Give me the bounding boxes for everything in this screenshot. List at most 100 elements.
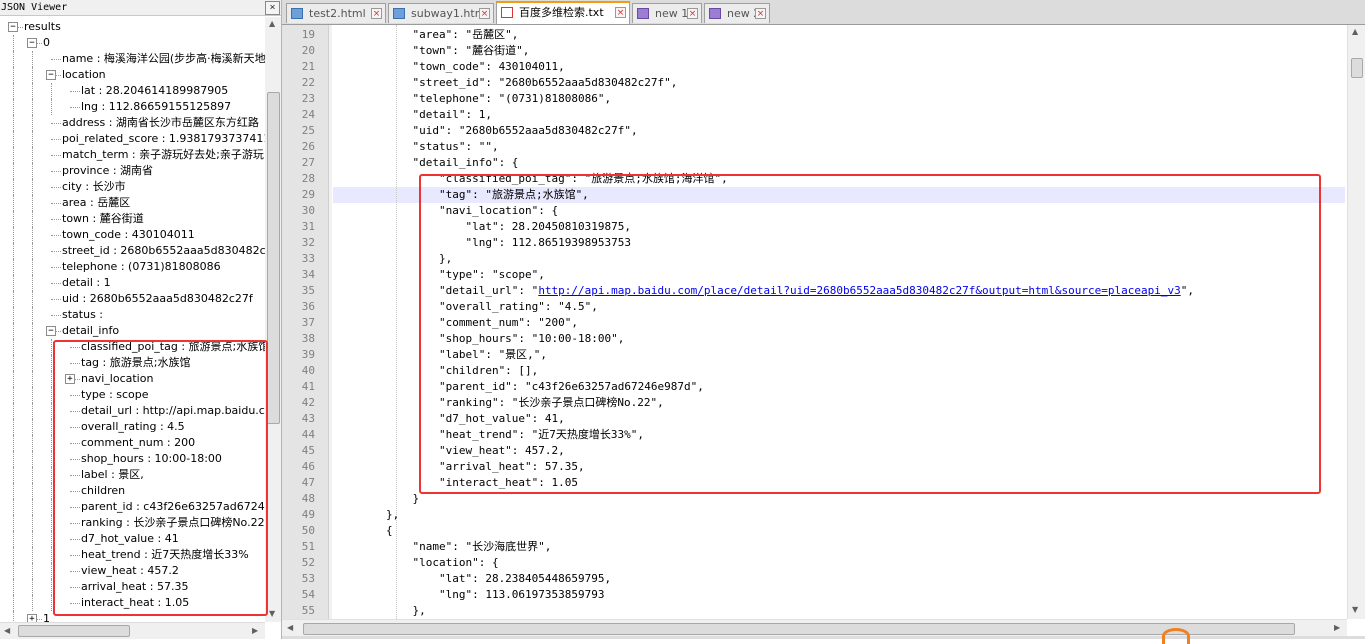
code-line[interactable]: "navi_location": { <box>333 203 558 219</box>
tree-node[interactable]: location <box>62 67 106 83</box>
tree-node[interactable]: address : 湖南省长沙市岳麓区东方红路 <box>62 115 259 131</box>
code-line[interactable]: "lng": 112.86519398953753 <box>333 235 631 251</box>
code-line[interactable]: "detail_info": { <box>333 155 518 171</box>
tree-node[interactable]: type : scope <box>81 387 149 403</box>
code-line[interactable]: "area": "岳麓区", <box>333 27 518 43</box>
tree-node[interactable]: arrival_heat : 57.35 <box>81 579 188 595</box>
code-line[interactable]: "uid": "2680b6552aaa5d830482c27f", <box>333 123 637 139</box>
tree-node[interactable]: name : 梅溪海洋公园(步步高·梅溪新天地 <box>62 51 266 67</box>
code-line[interactable]: "lng": 113.06197353859793 <box>333 587 605 603</box>
code-line[interactable]: "lat": 28.20450810319875, <box>333 219 631 235</box>
tree-node[interactable]: d7_hot_value : 41 <box>81 531 179 547</box>
code-line[interactable]: "status": "", <box>333 139 498 155</box>
code-line[interactable]: "detail_url": "http://api.map.baidu.com/… <box>333 283 1194 299</box>
code-line[interactable]: "interact_heat": 1.05 <box>333 475 578 491</box>
tree-node[interactable]: detail_info <box>62 323 119 339</box>
code-line[interactable]: }, <box>333 507 399 523</box>
code-line[interactable]: "d7_hot_value": 41, <box>333 411 565 427</box>
code-line[interactable]: { <box>333 523 393 539</box>
fold-margin[interactable] <box>329 25 332 619</box>
tree-node[interactable]: street_id : 2680b6552aaa5d830482c27f <box>62 243 281 259</box>
collapse-icon[interactable]: − <box>8 22 18 32</box>
tree-node[interactable]: province : 湖南省 <box>62 163 153 179</box>
tree-node[interactable]: lng : 112.86659155125897 <box>81 99 231 115</box>
tab-2[interactable]: subway1.html × <box>388 3 494 23</box>
tree-node[interactable]: lat : 28.204614189987905 <box>81 83 228 99</box>
tree-node[interactable]: match_term : 亲子游玩好去处;亲子游玩 <box>62 147 264 163</box>
tree-node[interactable]: town_code : 430104011 <box>62 227 195 243</box>
code-line[interactable]: "children": [], <box>333 363 538 379</box>
tree-node[interactable]: heat_trend : 近7天热度增长33% <box>81 547 249 563</box>
tree-node[interactable]: ranking : 长沙亲子景点口碑榜No.22 <box>81 515 265 531</box>
detail-url-link[interactable]: http://api.map.baidu.com/place/detail?ui… <box>538 284 1180 297</box>
code-line[interactable]: "label": "景区,", <box>333 347 547 363</box>
code-line[interactable]: "ranking": "长沙亲子景点口碑榜No.22", <box>333 395 664 411</box>
tree-node[interactable]: tag : 旅游景点;水族馆 <box>81 355 190 371</box>
tab-close-icon[interactable]: × <box>371 8 382 19</box>
code-line[interactable]: "town": "麓谷街道", <box>333 43 529 59</box>
code-line[interactable]: } <box>333 491 419 507</box>
tree-node[interactable]: area : 岳麓区 <box>62 195 130 211</box>
code-line[interactable]: "classified_poi_tag": "旅游景点;水族馆;海洋馆", <box>333 171 728 187</box>
scroll-down-arrow-icon[interactable]: ▼ <box>269 609 275 618</box>
code-line[interactable]: "lat": 28.238405448659795, <box>333 571 611 587</box>
tree-node[interactable]: children <box>81 483 125 499</box>
code-line[interactable]: "tag": "旅游景点;水族馆", <box>333 187 589 203</box>
tree-node[interactable]: telephone : (0731)81808086 <box>62 259 221 275</box>
collapse-icon[interactable]: − <box>46 70 56 80</box>
tab-3[interactable]: 百度多维检索.txt × <box>496 1 630 24</box>
collapse-icon[interactable]: − <box>46 326 56 336</box>
code-line[interactable]: "arrival_heat": 57.35, <box>333 459 585 475</box>
tree-node[interactable]: classified_poi_tag : 旅游景点;水族馆 <box>81 339 269 355</box>
tree-node[interactable]: 0 <box>43 35 50 51</box>
editor-vertical-scrollbar[interactable]: ▲ ▼ <box>1347 25 1365 619</box>
tree-vertical-scrollbar[interactable]: ▲ ▼ <box>265 17 281 622</box>
scroll-right-arrow-icon[interactable]: ▶ <box>1334 623 1340 632</box>
tab-1[interactable]: test2.html × <box>286 3 386 23</box>
code-line[interactable]: "shop_hours": "10:00-18:00", <box>333 331 624 347</box>
tree-node[interactable]: detail_url : http://api.map.baidu.com/p <box>81 403 281 419</box>
code-line[interactable]: }, <box>333 251 452 267</box>
tree-node[interactable]: uid : 2680b6552aaa5d830482c27f <box>62 291 253 307</box>
tree-node[interactable]: results <box>24 19 61 35</box>
code-line[interactable]: "street_id": "2680b6552aaa5d830482c27f", <box>333 75 677 91</box>
editor-horizontal-scroll-thumb[interactable] <box>303 623 1295 635</box>
scroll-left-arrow-icon[interactable]: ◀ <box>4 626 10 635</box>
editor-vertical-scroll-thumb[interactable] <box>1351 58 1363 78</box>
tree-node[interactable]: status : <box>62 307 103 323</box>
tab-close-icon[interactable]: × <box>479 8 490 19</box>
code-line[interactable]: "town_code": 430104011, <box>333 59 564 75</box>
close-icon[interactable]: × <box>265 1 280 15</box>
tree-node[interactable]: overall_rating : 4.5 <box>81 419 185 435</box>
code-line[interactable]: }, <box>333 603 425 619</box>
tab-5[interactable]: new 2 × <box>704 3 770 23</box>
tree-node[interactable]: poi_related_score : 1.93817937374115 <box>62 131 277 147</box>
code-line[interactable]: "parent_id": "c43f26e63257ad67246e987d", <box>333 379 704 395</box>
tree-horizontal-scroll-thumb[interactable] <box>18 625 130 637</box>
tree-node[interactable]: town : 麓谷街道 <box>62 211 144 227</box>
text-editor[interactable]: 19 20 21 22 23 24 25 26 27 28 29 30 31 32 33 34 35 36 37 38… <box>282 25 1365 619</box>
scroll-left-arrow-icon[interactable]: ◀ <box>287 623 293 632</box>
scroll-up-arrow-icon[interactable]: ▲ <box>1352 27 1358 36</box>
scroll-right-arrow-icon[interactable]: ▶ <box>252 626 258 635</box>
tree-horizontal-scrollbar[interactable]: ◀ ▶ <box>0 622 265 639</box>
code-line[interactable]: "telephone": "(0731)81808086", <box>333 91 611 107</box>
expand-icon[interactable]: + <box>65 374 75 384</box>
tree-node[interactable]: city : 长沙市 <box>62 179 126 195</box>
tab-close-icon[interactable]: × <box>687 8 698 19</box>
tree-node[interactable]: shop_hours : 10:00-18:00 <box>81 451 222 467</box>
scroll-down-arrow-icon[interactable]: ▼ <box>1352 605 1358 614</box>
tree-node[interactable]: label : 景区, <box>81 467 144 483</box>
collapse-icon[interactable]: − <box>27 38 37 48</box>
tab-close-icon[interactable]: × <box>755 8 766 19</box>
code-line[interactable]: "detail": 1, <box>333 107 491 123</box>
code-line[interactable]: "name": "长沙海底世界", <box>333 539 551 555</box>
tree-node[interactable]: detail : 1 <box>62 275 111 291</box>
code-line[interactable]: "location": { <box>333 555 498 571</box>
code-line[interactable]: "heat_trend": "近7天热度增长33%", <box>333 427 644 443</box>
tree-node[interactable]: interact_heat : 1.05 <box>81 595 189 611</box>
tree-node[interactable]: parent_id : c43f26e63257ad67246e98 <box>81 499 281 515</box>
tree-node[interactable]: view_heat : 457.2 <box>81 563 179 579</box>
tab-4[interactable]: new 1 × <box>632 3 702 23</box>
code-line[interactable]: "type": "scope", <box>333 267 545 283</box>
